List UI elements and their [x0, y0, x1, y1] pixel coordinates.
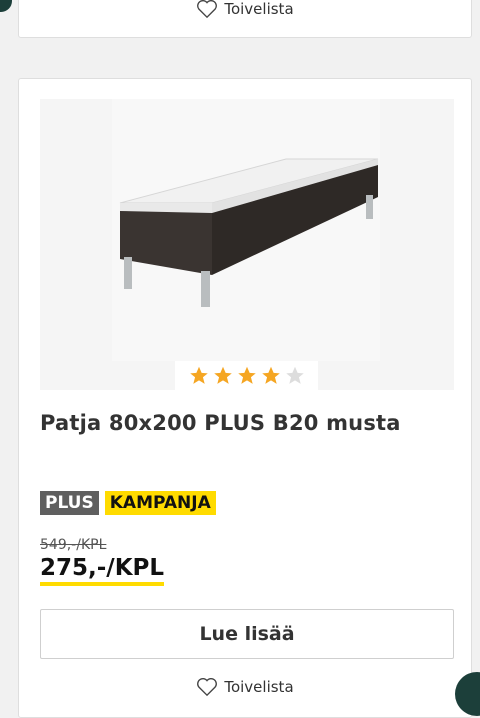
sale-price: 275,-/KPL — [40, 554, 165, 586]
star-filled-icon — [189, 366, 208, 384]
heart-icon — [197, 0, 218, 19]
badge-row: PLUS KAMPANJA — [40, 491, 216, 515]
read-more-button[interactable]: Lue lisää — [40, 609, 454, 659]
star-filled-icon — [237, 366, 256, 384]
wishlist-label: Toivelista — [224, 678, 294, 696]
previous-product-card: Toivelista — [18, 0, 472, 38]
rating-stars — [175, 361, 318, 390]
star-empty-icon — [285, 366, 304, 384]
wishlist-button[interactable]: Toivelista — [19, 0, 471, 19]
bed-illustration — [119, 158, 379, 307]
heart-icon — [197, 678, 218, 697]
product-image[interactable] — [40, 99, 454, 390]
wishlist-label: Toivelista — [224, 0, 294, 18]
product-title[interactable]: Patja 80x200 PLUS B20 musta — [40, 411, 401, 435]
campaign-badge: KAMPANJA — [104, 491, 216, 515]
floating-button-partial — [0, 0, 12, 12]
star-filled-icon — [213, 366, 232, 384]
original-price: 549,-/KPL — [40, 537, 107, 553]
plus-badge: PLUS — [40, 491, 99, 515]
wishlist-button[interactable]: Toivelista — [19, 677, 471, 697]
star-filled-icon — [261, 366, 280, 384]
product-card[interactable]: Patja 80x200 PLUS B20 musta PLUS KAMPANJ… — [18, 78, 472, 718]
product-list-page: Toivelista Patja 80x200 PLUS B20 musta P… — [0, 0, 480, 718]
